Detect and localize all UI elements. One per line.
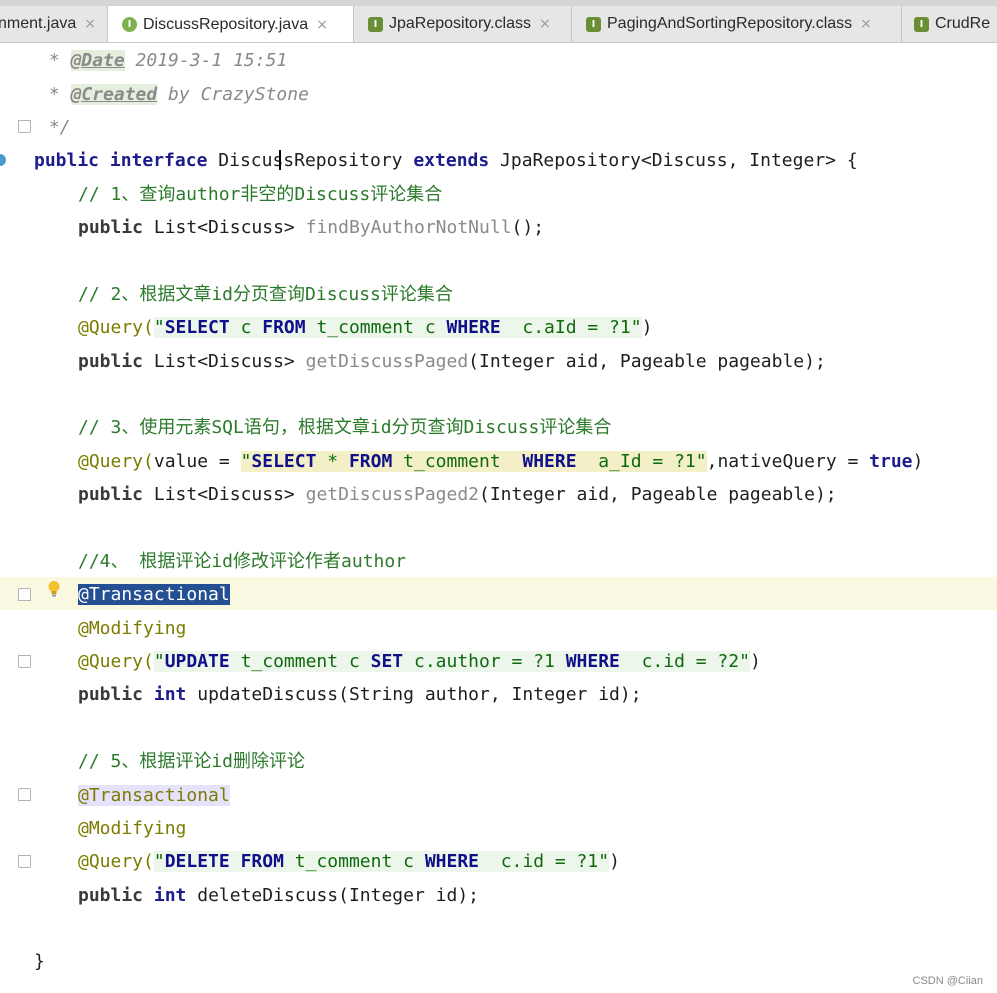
code-comment: // 1、查询author非空的Discuss评论集合 xyxy=(78,184,443,205)
code-line: @Modifying xyxy=(78,818,187,839)
code-line: * @Created by CrazyStone xyxy=(38,84,309,105)
class-file-icon: I xyxy=(368,16,383,32)
method-name: updateDiscuss xyxy=(197,684,339,705)
code-line: @Query("UPDATE t_comment c SET c.author … xyxy=(78,651,761,672)
class-file-icon: I xyxy=(914,16,929,32)
code-line: */ xyxy=(38,117,71,138)
code-comment: // 2、根据文章id分页查询Discuss评论集合 xyxy=(78,284,453,305)
interface-icon: I xyxy=(122,17,137,32)
code-comment: //4、 根据评论id修改评论作者author xyxy=(78,551,407,572)
class-file-icon: I xyxy=(586,16,601,32)
code-line: * @Date 2019-3-1 15:51 xyxy=(38,50,288,71)
interface-name: DiscussRepository xyxy=(218,150,403,171)
code-line: public List<Discuss> getDiscussPaged(Int… xyxy=(78,351,826,372)
selected-annotation[interactable]: @Transactional xyxy=(78,584,230,605)
method-name: findByAuthorNotNull xyxy=(305,217,512,238)
code-line: @Modifying xyxy=(78,618,187,639)
sql-string: "UPDATE t_comment c SET c.author = ?1 WH… xyxy=(153,651,750,672)
code-line: public int deleteDiscuss(Integer id); xyxy=(78,885,480,906)
code-line: @Query("SELECT c FROM t_comment c WHERE … xyxy=(78,317,653,338)
javadoc-tag: @Date xyxy=(70,50,125,71)
tab-label: CrudRe xyxy=(935,15,991,32)
method-name: deleteDiscuss xyxy=(197,885,339,906)
highlighted-annotation: @Transactional xyxy=(78,785,230,806)
tab-label: PagingAndSortingRepository.class xyxy=(607,15,853,32)
tab-label: JpaRepository.class xyxy=(389,15,531,32)
code-line: } xyxy=(34,951,45,972)
tab-paging-and-sorting-repository[interactable]: I PagingAndSortingRepository.class × xyxy=(572,6,902,42)
method-name: getDiscussPaged2 xyxy=(305,484,479,505)
code-line: public interface DiscussRepository exten… xyxy=(34,150,858,171)
tab-comment-java[interactable]: nment.java × xyxy=(0,6,108,42)
close-icon[interactable]: × xyxy=(84,16,96,32)
editor-tab-bar: nment.java × I DiscussRepository.java × … xyxy=(0,0,997,43)
code-line: @Query("DELETE FROM t_comment c WHERE c.… xyxy=(78,851,620,872)
code-line: @Transactional xyxy=(0,578,230,611)
sql-string: "DELETE FROM t_comment c WHERE c.id = ?1… xyxy=(153,851,610,872)
tab-label: nment.java xyxy=(0,15,77,32)
watermark: CSDN @Ciian xyxy=(912,975,983,987)
code-line: @Query(value = "SELECT * FROM t_comment … xyxy=(78,451,924,472)
text-cursor xyxy=(279,150,281,170)
code-line: public List<Discuss> findByAuthorNotNull… xyxy=(78,217,545,238)
close-icon[interactable]: × xyxy=(539,16,551,32)
sql-string: "SELECT c FROM t_comment c WHERE c.aId =… xyxy=(153,317,642,338)
method-name: getDiscussPaged xyxy=(305,351,469,372)
close-icon[interactable]: × xyxy=(860,16,872,32)
sql-string: "SELECT * FROM t_comment WHERE a_Id = ?1… xyxy=(240,451,707,472)
tab-discuss-repository[interactable]: I DiscussRepository.java × xyxy=(108,6,354,42)
code-comment: // 5、根据评论id删除评论 xyxy=(78,751,306,772)
javadoc-tag: @Created xyxy=(70,84,158,105)
code-line: @Transactional xyxy=(0,779,230,812)
close-icon[interactable]: × xyxy=(316,17,328,33)
code-comment: // 3、使用元素SQL语句，根据文章id分页查询Discuss评论集合 xyxy=(78,417,612,438)
code-line: public int updateDiscuss(String author, … xyxy=(78,684,642,705)
tab-label: DiscussRepository.java xyxy=(143,15,309,33)
tab-jpa-repository[interactable]: I JpaRepository.class × xyxy=(354,6,572,42)
tab-crud-repository[interactable]: I CrudRe xyxy=(902,6,997,42)
code-line: public List<Discuss> getDiscussPaged2(In… xyxy=(78,484,837,505)
